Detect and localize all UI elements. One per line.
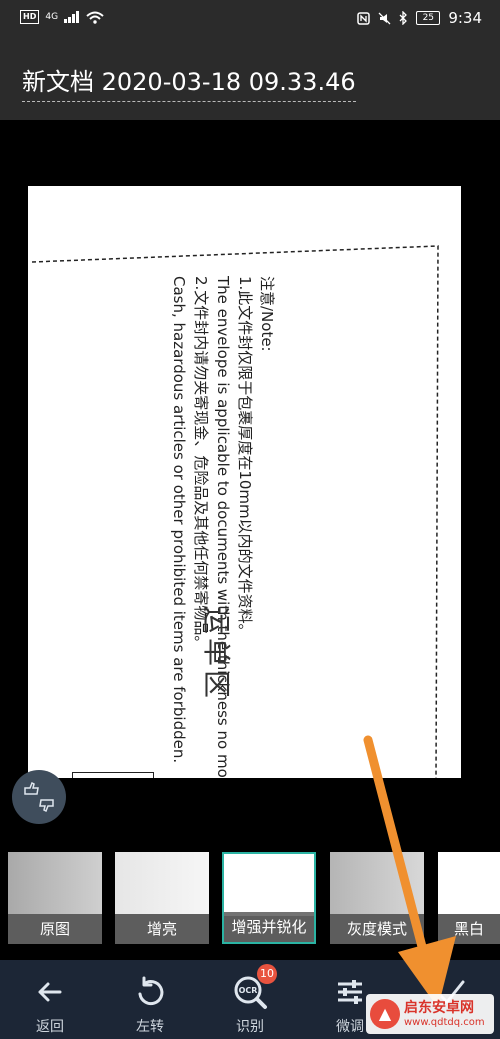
filter-thumbnail	[115, 852, 209, 914]
document-preview: 注意/Note: 1.此文件封仅限于包裹厚度在10mm以内的文件资料。 The …	[28, 186, 461, 778]
notice-heading: 注意/Note:	[258, 276, 276, 352]
filter-label: 增强并锐化	[224, 912, 314, 942]
watermark-text: 启东安卓网 www.qdtdq.com	[404, 1000, 485, 1029]
ocr-button[interactable]: OCR 10 识别	[200, 960, 300, 1039]
filter-label: 黑白	[438, 914, 500, 944]
watermark: ▲ 启东安卓网 www.qdtdq.com	[366, 994, 494, 1034]
ocr-count-badge: 10	[257, 964, 277, 984]
filter-black-white[interactable]: 黑白	[438, 852, 500, 944]
mute-icon	[378, 12, 391, 24]
waybill-area-label: 运单区	[200, 606, 233, 703]
filter-thumbnail	[224, 854, 314, 916]
rotate-left-icon	[138, 976, 164, 1006]
hd-badge: HD	[20, 10, 40, 24]
rotate-label: 左转	[136, 1019, 164, 1035]
filter-label: 原图	[8, 914, 102, 944]
filter-enhance-sharpen[interactable]: 增强并锐化	[222, 852, 316, 944]
filter-label: 增亮	[115, 914, 209, 944]
filter-brighten[interactable]: 增亮	[115, 852, 209, 944]
status-right: 25 9:34	[357, 9, 482, 27]
nfc-icon	[357, 11, 371, 25]
ocr-label: 识别	[236, 1019, 264, 1035]
title-bar: 新文档 2020-03-18 09.33.46	[0, 38, 500, 120]
back-label: 返回	[36, 1019, 64, 1035]
rotate-left-button[interactable]: 左转	[100, 960, 200, 1039]
filter-thumbnail	[8, 852, 102, 914]
status-bar: HD 4G 25 9:34	[0, 0, 500, 38]
signal-icon	[64, 11, 80, 23]
document-title[interactable]: 新文档 2020-03-18 09.33.46	[22, 62, 356, 102]
filter-label: 灰度模式	[330, 914, 424, 944]
battery-indicator: 25	[416, 11, 441, 25]
back-button[interactable]: 返回	[0, 960, 100, 1039]
back-arrow-icon	[38, 982, 62, 1002]
sliders-icon	[338, 980, 362, 1004]
filter-original[interactable]: 原图	[8, 852, 102, 944]
watermark-en: www.qdtdq.com	[404, 1016, 485, 1028]
network-type: 4G	[45, 12, 59, 22]
watermark-cn: 启东安卓网	[404, 999, 474, 1016]
filter-grayscale[interactable]: 灰度模式	[330, 852, 424, 944]
clock: 9:34	[448, 9, 482, 27]
bluetooth-icon	[399, 11, 408, 25]
status-left: HD 4G	[20, 10, 104, 24]
ocr-icon-text: OCR	[239, 986, 258, 995]
feedback-button[interactable]	[12, 770, 66, 824]
filter-thumbnail	[438, 852, 500, 914]
filter-thumbnail	[330, 852, 424, 914]
filter-strip: 原图 增亮 增强并锐化 灰度模式 黑白	[0, 852, 500, 946]
corner-box	[72, 772, 154, 778]
wifi-icon	[86, 11, 104, 24]
notice-line-4: Cash, hazardous articles or other prohib…	[170, 276, 188, 764]
watermark-logo: ▲	[370, 999, 400, 1029]
thumbs-icon	[24, 782, 54, 812]
